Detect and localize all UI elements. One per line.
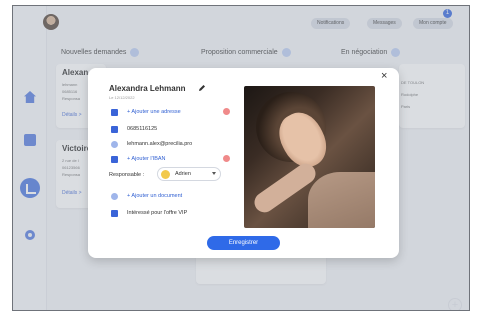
- offer-value: Intéressé pour l'offre VIP: [127, 210, 188, 216]
- chevron-down-icon: [212, 172, 216, 175]
- contact-photo: [244, 86, 375, 228]
- chat-icon: [111, 209, 118, 217]
- contact-date: Le 12/12/2022: [109, 95, 135, 100]
- phone-icon: [111, 125, 118, 133]
- document-row[interactable]: + Ajouter un document: [111, 191, 182, 201]
- email-icon: [111, 140, 118, 148]
- email-row: lehmann.alex@precilia.pro: [111, 139, 192, 149]
- responsable-label: Responsable :: [109, 172, 145, 178]
- alert-dot: [223, 108, 230, 115]
- contact-name: Alexandra Lehmann: [109, 84, 186, 93]
- phone-row: 0685116125: [111, 124, 157, 134]
- add-button[interactable]: +: [448, 298, 462, 310]
- responsable-avatar: [161, 170, 170, 179]
- add-document-link[interactable]: + Ajouter un document: [127, 193, 182, 199]
- offer-row: Intéressé pour l'offre VIP: [111, 208, 187, 218]
- responsable-select[interactable]: Adrien: [157, 167, 221, 181]
- save-button[interactable]: Enregistrer: [207, 236, 280, 250]
- add-iban-link[interactable]: + Ajouter l'IBAN: [127, 156, 166, 162]
- responsable-value: Adrien: [175, 171, 191, 177]
- document-icon: [111, 192, 118, 200]
- add-address-link[interactable]: + Ajouter une adresse: [127, 109, 181, 115]
- email-value: lehmann.alex@precilia.pro: [127, 141, 193, 147]
- photo-shoulder: [308, 172, 375, 228]
- iban-row[interactable]: + Ajouter l'IBAN: [111, 154, 166, 164]
- alert-dot: [223, 155, 230, 162]
- address-row[interactable]: + Ajouter une adresse: [111, 107, 181, 117]
- home-icon: [111, 108, 118, 116]
- bank-card-icon: [111, 155, 118, 163]
- phone-value: 0685116125: [127, 126, 158, 132]
- close-icon[interactable]: ×: [381, 70, 387, 82]
- pencil-icon[interactable]: [198, 84, 206, 92]
